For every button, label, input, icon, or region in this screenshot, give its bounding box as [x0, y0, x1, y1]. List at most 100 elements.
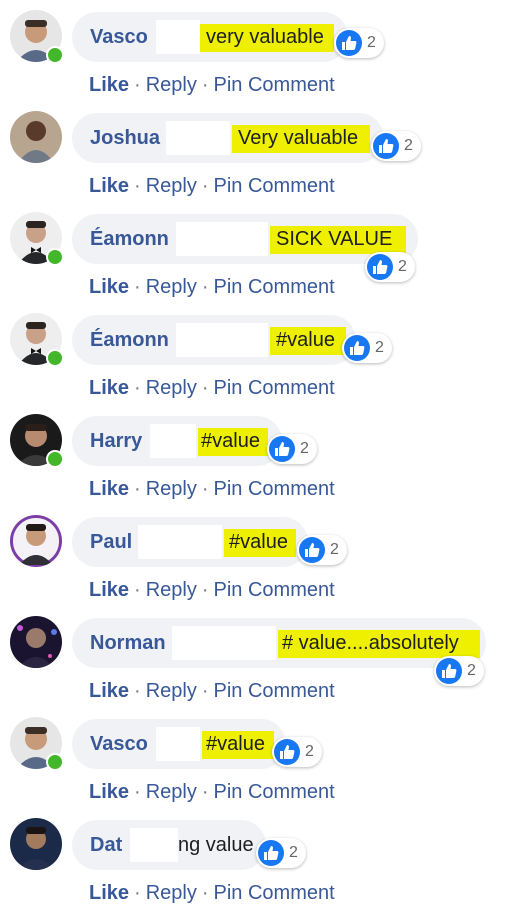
reply-link[interactable]: Reply: [146, 882, 197, 904]
reaction-count[interactable]: 2: [365, 252, 415, 282]
avatar[interactable]: [10, 818, 62, 870]
commenter-name[interactable]: Norman: [90, 632, 166, 655]
reply-link[interactable]: Reply: [146, 478, 197, 500]
comment-actions: Like · Reply · Pin Comment: [89, 781, 335, 804]
like-link[interactable]: Like: [89, 680, 129, 702]
like-link[interactable]: Like: [89, 276, 129, 298]
pin-comment-link[interactable]: Pin Comment: [214, 276, 335, 298]
comment-item: Vasco very valuable 2 Like · Reply · Pin Com…: [0, 10, 507, 110]
separator: ·: [201, 276, 209, 298]
pin-comment-link[interactable]: Pin Comment: [214, 74, 335, 96]
comment-bubble: Norman # value....absolutely: [72, 618, 486, 668]
comment-text: ng value: [178, 834, 254, 856]
comment-bubble: Éamonn SICK VALUE: [72, 214, 418, 264]
user-photo-icon: [18, 121, 54, 163]
pin-comment-link[interactable]: Pin Comment: [214, 781, 335, 803]
comment-bubble: Vasco very valuable: [72, 12, 348, 62]
thumbs-up-icon: [269, 436, 295, 462]
avatar[interactable]: [10, 515, 62, 567]
commenter-name[interactable]: Paul: [90, 531, 132, 554]
redaction-box: [156, 727, 200, 761]
commenter-name[interactable]: Harry: [90, 430, 142, 453]
reply-link[interactable]: Reply: [146, 781, 197, 803]
redaction-box: [166, 121, 230, 155]
pin-comment-link[interactable]: Pin Comment: [214, 377, 335, 399]
thumbs-up-icon: [436, 658, 462, 684]
comment-bubble: Éamonn #value: [72, 315, 356, 365]
comment-text: #value: [276, 329, 335, 351]
like-link[interactable]: Like: [89, 781, 129, 803]
comment-text: #value: [206, 733, 265, 755]
reaction-count[interactable]: 2: [272, 737, 322, 767]
commenter-name[interactable]: Dat: [90, 834, 122, 857]
reply-link[interactable]: Reply: [146, 579, 197, 601]
commenter-name[interactable]: Vasco: [90, 26, 148, 49]
pin-comment-link[interactable]: Pin Comment: [214, 680, 335, 702]
comment-item: Joshua Very valuable 2 Like · Reply · Pin Co…: [0, 111, 507, 211]
commenter-name[interactable]: Éamonn: [90, 228, 169, 251]
reply-link[interactable]: Reply: [146, 680, 197, 702]
comment-item: Paul #value 2 Like · Reply · Pin Comment: [0, 515, 507, 615]
thumbs-up-icon: [373, 133, 399, 159]
reaction-count-text: 2: [367, 34, 376, 51]
reaction-count-text: 2: [398, 258, 407, 275]
like-link[interactable]: Like: [89, 478, 129, 500]
separator: ·: [201, 377, 209, 399]
separator: ·: [134, 175, 141, 197]
pin-comment-link[interactable]: Pin Comment: [214, 579, 335, 601]
comment-actions: Like · Reply · Pin Comment: [89, 579, 335, 602]
reaction-count-text: 2: [289, 844, 298, 861]
comment-actions: Like · Reply · Pin Comment: [89, 74, 335, 97]
pin-comment-link[interactable]: Pin Comment: [214, 175, 335, 197]
comment-text: #value: [229, 531, 288, 553]
redaction-box: [176, 323, 268, 357]
commenter-name[interactable]: Éamonn: [90, 329, 169, 352]
like-link[interactable]: Like: [89, 74, 129, 96]
separator: ·: [201, 579, 209, 601]
thumbs-up-icon: [274, 739, 300, 765]
avatar[interactable]: [10, 111, 62, 163]
comment-item: Éamonn #value 2 Like · Reply · Pin Comment: [0, 313, 507, 413]
separator: ·: [201, 781, 209, 803]
reaction-count[interactable]: 2: [334, 28, 384, 58]
thumbs-up-icon: [344, 335, 370, 361]
reaction-count[interactable]: 2: [342, 333, 392, 363]
reaction-count[interactable]: 2: [297, 535, 347, 565]
like-link[interactable]: Like: [89, 882, 129, 904]
comment-actions: Like · Reply · Pin Comment: [89, 175, 335, 198]
commenter-name[interactable]: Joshua: [90, 127, 160, 150]
reply-link[interactable]: Reply: [146, 276, 197, 298]
redaction-box: [130, 828, 178, 862]
comment-bubble: Vasco #value: [72, 719, 286, 769]
comment-text: # value....absolutely: [282, 632, 459, 654]
reply-link[interactable]: Reply: [146, 74, 197, 96]
separator: ·: [134, 579, 141, 601]
like-link[interactable]: Like: [89, 175, 129, 197]
separator: ·: [134, 680, 141, 702]
online-status-dot: [46, 248, 64, 266]
commenter-name[interactable]: Vasco: [90, 733, 148, 756]
reply-link[interactable]: Reply: [146, 175, 197, 197]
pin-comment-link[interactable]: Pin Comment: [214, 882, 335, 904]
comment-item: Éamonn SICK VALUE 2 Like · Reply · Pin Comme…: [0, 212, 507, 312]
separator: ·: [134, 478, 141, 500]
reaction-count-text: 2: [330, 541, 339, 558]
comment-text: #value: [201, 430, 260, 452]
avatar[interactable]: [10, 616, 62, 668]
pin-comment-link[interactable]: Pin Comment: [214, 478, 335, 500]
reply-link[interactable]: Reply: [146, 377, 197, 399]
reaction-count[interactable]: 2: [434, 656, 484, 686]
comment-item: Dat ng value 2 Like · Reply · Pin Comment: [0, 818, 507, 918]
like-link[interactable]: Like: [89, 579, 129, 601]
reaction-count[interactable]: 2: [371, 131, 421, 161]
reaction-count[interactable]: 2: [256, 838, 306, 868]
comment-item: Vasco #value 2 Like · Reply · Pin Comment: [0, 717, 507, 817]
like-link[interactable]: Like: [89, 377, 129, 399]
redaction-box: [150, 424, 196, 458]
comment-item: Harry #value 2 Like · Reply · Pin Comment: [0, 414, 507, 514]
comment-actions: Like · Reply · Pin Comment: [89, 680, 335, 703]
reaction-count[interactable]: 2: [267, 434, 317, 464]
user-photo-icon: [11, 516, 61, 566]
online-status-dot: [46, 46, 64, 64]
online-status-dot: [46, 450, 64, 468]
